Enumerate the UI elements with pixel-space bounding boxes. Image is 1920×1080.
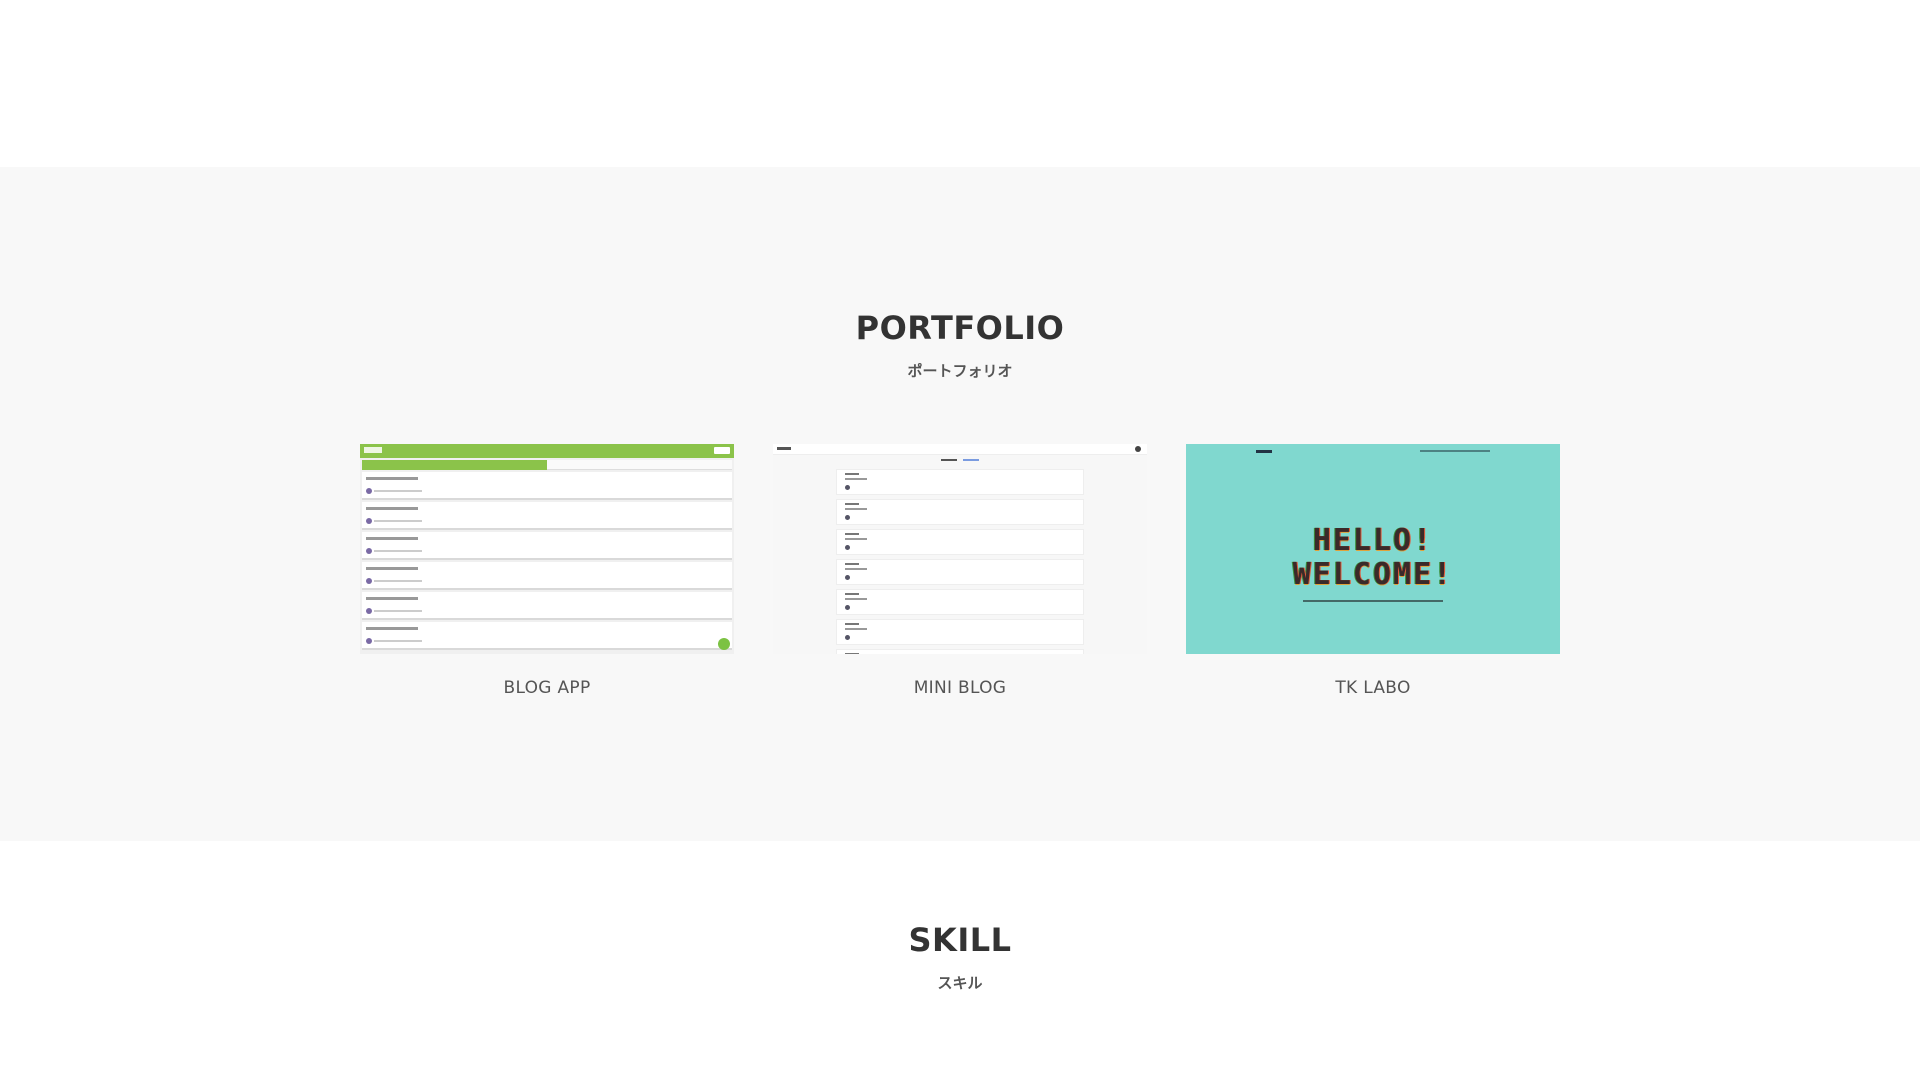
thumb-tagline [1303, 600, 1443, 602]
top-spacer [0, 0, 1920, 167]
blog-app-thumbnail[interactable] [360, 444, 734, 654]
tk-labo-thumbnail[interactable]: HELLO! WELCOME! [1186, 444, 1560, 654]
thumb-list-item [362, 562, 732, 590]
thumb-post-item [836, 649, 1084, 654]
thumb-tabs [362, 460, 732, 470]
thumb-list-item [362, 592, 732, 620]
thumb-headline-line2: WELCOME! [1292, 557, 1454, 592]
portfolio-subtitle: ポートフォリオ [907, 362, 1013, 380]
thumb-list-item [362, 502, 732, 530]
portfolio-card-blog-app[interactable]: BLOG APP [360, 444, 734, 698]
thumb-headline: HELLO! WELCOME! [1186, 524, 1560, 592]
thumb-post-item [836, 559, 1084, 585]
thumb-headline-line1: HELLO! [1312, 523, 1434, 558]
mini-blog-thumbnail[interactable] [773, 444, 1147, 654]
portfolio-card-mini-blog[interactable]: MINI BLOG [773, 444, 1147, 698]
portfolio-card-label[interactable]: MINI BLOG [773, 678, 1147, 698]
portfolio-card-tk-labo[interactable]: HELLO! WELCOME! TK LABO [1186, 444, 1560, 698]
thumb-add-icon [718, 638, 730, 650]
skill-subtitle: スキル [937, 974, 983, 992]
thumb-top-bar [773, 444, 1147, 455]
thumb-list-item [362, 532, 732, 560]
thumb-post-item [836, 469, 1084, 495]
thumb-header-bar [360, 444, 734, 458]
thumb-post-item [836, 499, 1084, 525]
portfolio-grid: BLOG APP MINI BLOG HELLO! WELCOME! TK LA… [360, 444, 1560, 698]
portfolio-card-label[interactable]: TK LABO [1186, 678, 1560, 698]
portfolio-card-label[interactable]: BLOG APP [360, 678, 734, 698]
skill-title: SKILL [908, 921, 1012, 959]
thumb-post-item [836, 589, 1084, 615]
thumb-nav-menu [1420, 450, 1490, 452]
skill-section: SKILL スキル [0, 841, 1920, 1080]
portfolio-title: PORTFOLIO [855, 309, 1065, 347]
thumb-post-item [836, 619, 1084, 645]
thumb-heading [773, 455, 1147, 465]
portfolio-section: PORTFOLIO ポートフォリオ BLOG APP MINI BLOG HEL… [0, 167, 1920, 841]
thumb-list-item [362, 622, 732, 650]
thumb-logo [1256, 450, 1272, 453]
thumb-list-item [362, 472, 732, 500]
thumb-post-item [836, 529, 1084, 555]
